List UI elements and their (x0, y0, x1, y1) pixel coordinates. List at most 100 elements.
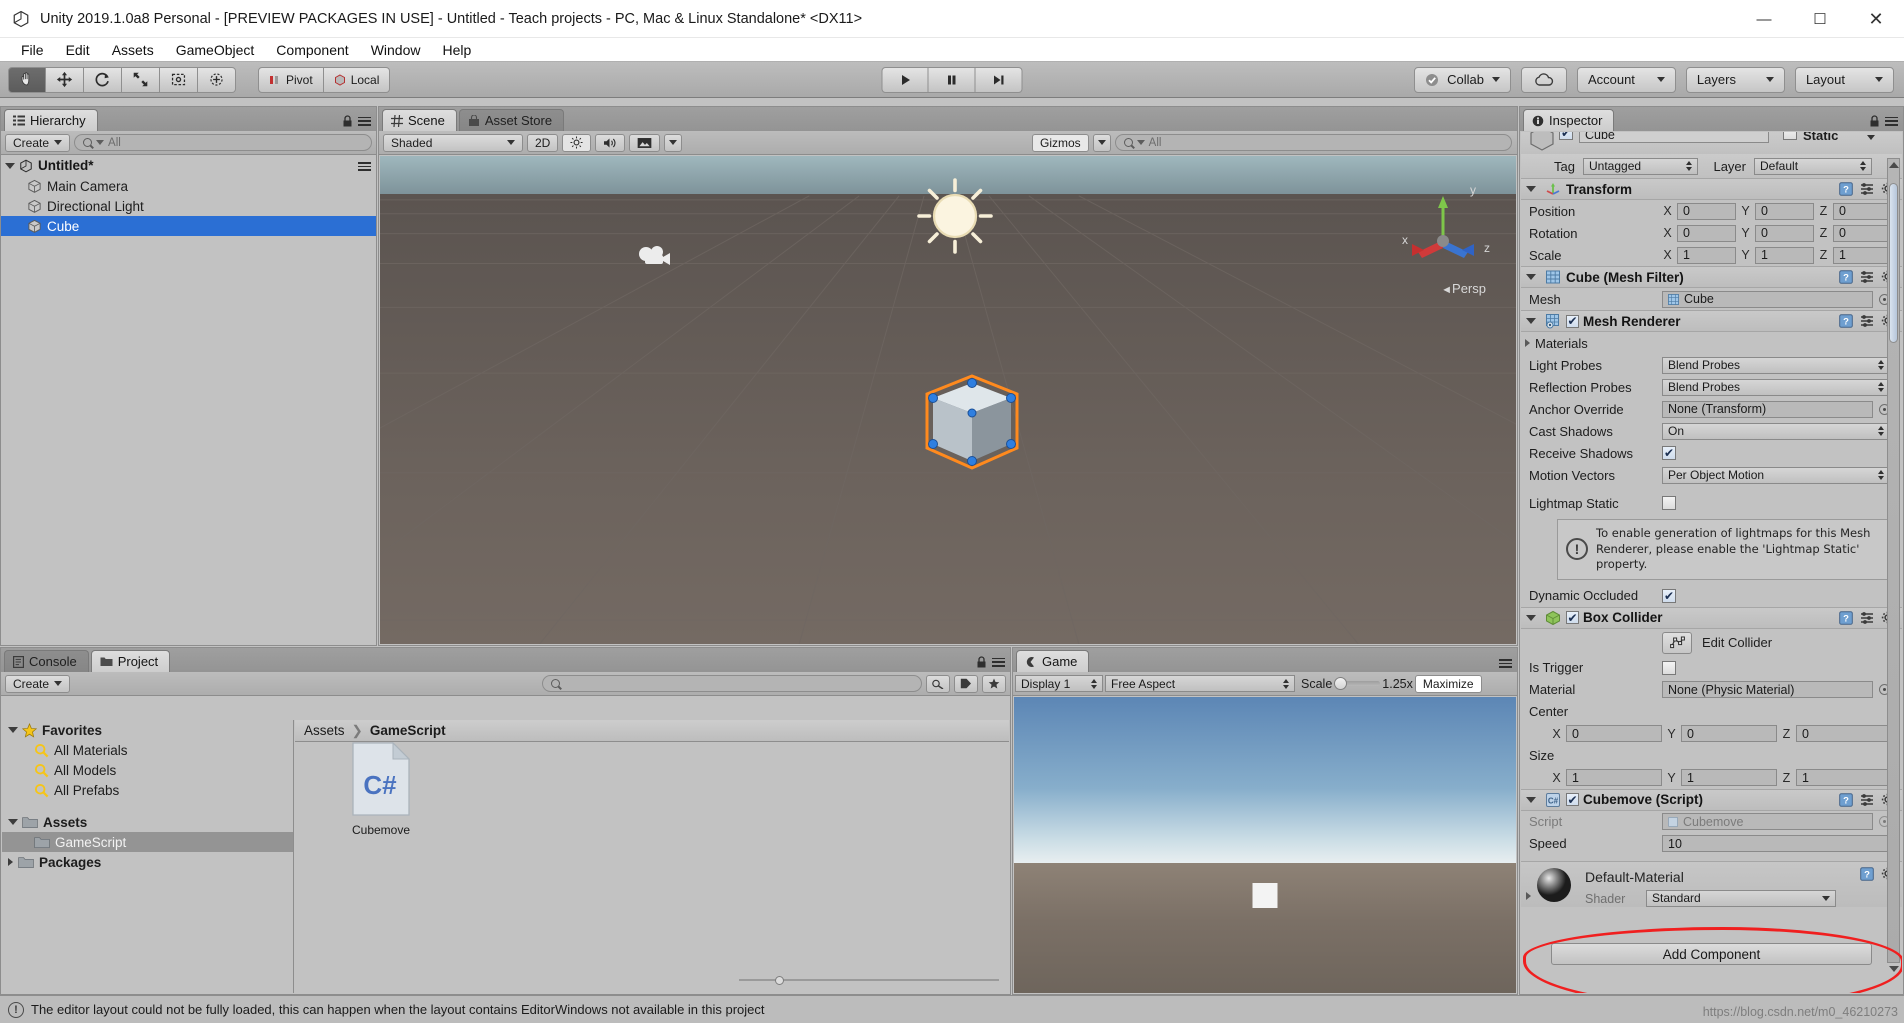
project-tree-gamescript[interactable]: GameScript (2, 832, 293, 852)
scene-viewport[interactable]: y x z ◄Persp (380, 156, 1516, 644)
position-z-field[interactable]: 0 (1833, 202, 1892, 220)
move-tool-button[interactable] (46, 66, 84, 93)
game-aspect-dropdown[interactable]: Free Aspect (1105, 675, 1295, 692)
scene-axis-gizmo[interactable]: y x z (1388, 178, 1498, 288)
tab-project[interactable]: Project (90, 650, 171, 672)
scene-perspective-label[interactable]: ◄Persp (1441, 281, 1486, 296)
tab-inspector[interactable]: Inspector (1523, 109, 1615, 131)
tab-asset-store[interactable]: Asset Store (458, 109, 565, 131)
size-y-field[interactable]: 1 (1681, 769, 1777, 787)
slider-knob[interactable] (1334, 677, 1348, 690)
menu-item-file[interactable]: File (10, 40, 55, 60)
help-icon[interactable]: ? (1839, 182, 1853, 196)
account-button[interactable]: Account (1576, 66, 1676, 93)
layer-dropdown[interactable]: Default (1754, 157, 1872, 175)
asset-item-cubemove[interactable]: C# Cubemove (335, 741, 427, 837)
game-viewport[interactable] (1014, 697, 1516, 993)
reflection-probes-dropdown[interactable]: Blend Probes (1662, 378, 1890, 396)
project-tree-all-prefabs[interactable]: All Prefabs (2, 780, 293, 800)
project-zoom-slider[interactable] (739, 976, 999, 985)
mesh-renderer-enabled-checkbox[interactable] (1566, 314, 1579, 328)
scale-y-field[interactable]: 1 (1755, 246, 1814, 264)
hierarchy-item-cube[interactable]: Cube (1, 216, 376, 236)
scene-gizmos-button[interactable]: Gizmos (1032, 133, 1089, 152)
chevron-down-icon[interactable] (8, 819, 18, 825)
dynamic-occluded-checkbox[interactable] (1662, 588, 1676, 603)
scene-cube-object[interactable] (905, 356, 1040, 491)
scroll-up-button[interactable] (1887, 158, 1900, 171)
rotate-tool-button[interactable] (84, 66, 122, 93)
close-button[interactable]: ✕ (1848, 0, 1904, 38)
preset-icon[interactable] (1860, 793, 1874, 807)
project-tree-all-models[interactable]: All Models (2, 760, 293, 780)
hierarchy-create-button[interactable]: Create (5, 133, 71, 152)
chevron-right-icon[interactable] (1525, 339, 1530, 347)
project-menu-icon[interactable] (992, 657, 1005, 667)
play-button[interactable] (881, 66, 929, 93)
shader-dropdown[interactable]: Standard (1646, 889, 1836, 907)
chevron-down-icon[interactable] (1526, 614, 1536, 621)
collider-material-field[interactable]: None (Physic Material) (1662, 681, 1873, 699)
chevron-down-icon[interactable] (1526, 186, 1536, 192)
is-trigger-checkbox[interactable] (1662, 660, 1676, 675)
hierarchy-scene-header[interactable]: Untitled* (1, 155, 376, 176)
component-header-box-collider[interactable]: Box Collider ? (1521, 606, 1902, 629)
script-enabled-checkbox[interactable] (1566, 793, 1579, 807)
breadcrumb-gamescript[interactable]: GameScript (370, 723, 446, 738)
hierarchy-item-main-camera[interactable]: Main Camera (1, 176, 376, 196)
step-button[interactable] (975, 66, 1023, 93)
center-z-field[interactable]: 0 (1796, 725, 1892, 743)
project-tree-assets[interactable]: Assets (2, 812, 293, 832)
scene-menu-icon[interactable] (358, 162, 371, 171)
receive-shadows-checkbox[interactable] (1662, 446, 1676, 460)
motion-vectors-dropdown[interactable]: Per Object Motion (1662, 466, 1890, 484)
layers-button[interactable]: Layers (1685, 66, 1785, 93)
main-camera-gizmo[interactable] (635, 241, 673, 271)
scroll-down-button[interactable] (1887, 962, 1900, 975)
speed-field[interactable]: 10 (1662, 835, 1890, 853)
rotation-z-field[interactable]: 0 (1833, 224, 1892, 242)
preset-icon[interactable] (1860, 314, 1874, 328)
material-header[interactable]: Default-Material Shader Standard ? (1521, 860, 1902, 907)
layout-button[interactable]: Layout (1794, 66, 1894, 93)
scene-2d-toggle[interactable]: 2D (527, 133, 559, 152)
size-x-field[interactable]: 1 (1566, 769, 1662, 787)
lightmap-static-checkbox[interactable] (1662, 496, 1676, 510)
hierarchy-search-input[interactable]: All (74, 134, 372, 151)
project-tree-packages[interactable]: Packages (2, 852, 293, 872)
component-header-mesh-filter[interactable]: Cube (Mesh Filter) ? (1521, 266, 1902, 288)
scene-effects-dropdown[interactable] (664, 133, 683, 152)
inspector-menu-icon[interactable] (1885, 116, 1898, 126)
pivot-toggle-button[interactable]: Pivot (258, 66, 324, 93)
component-header-mesh-renderer[interactable]: Mesh Renderer ? (1521, 310, 1902, 332)
menu-item-component[interactable]: Component (265, 40, 359, 60)
transform-tool-button[interactable] (198, 66, 236, 93)
project-filter-type-button[interactable] (926, 674, 950, 693)
tab-scene[interactable]: Scene (382, 109, 457, 131)
box-collider-enabled-checkbox[interactable] (1566, 611, 1579, 625)
light-probes-dropdown[interactable]: Blend Probes (1662, 356, 1890, 374)
menu-item-edit[interactable]: Edit (55, 40, 101, 60)
center-x-field[interactable]: 0 (1566, 725, 1662, 743)
minimize-button[interactable]: — (1736, 0, 1792, 38)
preset-icon[interactable] (1860, 611, 1874, 625)
chevron-down-icon[interactable] (5, 162, 15, 169)
game-maximize-button[interactable]: Maximize (1414, 674, 1482, 693)
component-header-cubemove-script[interactable]: C# Cubemove (Script) ? (1521, 788, 1902, 811)
object-active-checkbox[interactable] (1559, 132, 1573, 140)
pause-button[interactable] (928, 66, 976, 93)
static-checkbox[interactable] (1783, 132, 1797, 140)
tag-dropdown[interactable]: Untagged (1583, 157, 1698, 175)
help-icon[interactable]: ? (1839, 610, 1853, 625)
collab-button[interactable]: Collab (1414, 66, 1511, 93)
scale-tool-button[interactable] (122, 66, 160, 93)
game-menu-icon[interactable] (1499, 659, 1512, 668)
tab-hierarchy[interactable]: Hierarchy (4, 109, 98, 131)
center-y-field[interactable]: 0 (1681, 725, 1777, 743)
cloud-button[interactable] (1520, 66, 1567, 93)
scrollbar-thumb[interactable] (1889, 183, 1898, 343)
lock-icon[interactable] (976, 656, 987, 668)
menu-item-window[interactable]: Window (360, 40, 432, 60)
chevron-down-icon[interactable] (1526, 796, 1536, 803)
component-header-transform[interactable]: Transform ? (1521, 178, 1902, 200)
